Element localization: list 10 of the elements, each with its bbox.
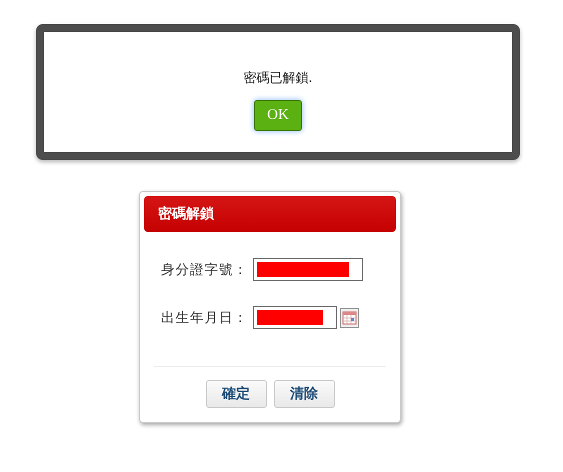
clear-button[interactable]: 清除 (274, 380, 334, 408)
redaction-mark (257, 310, 323, 325)
confirm-button[interactable]: 確定 (206, 380, 266, 408)
panel-title: 密碼解鎖 (144, 196, 396, 232)
field-label: 身分證字號： (161, 260, 249, 278)
field-label: 出生年月日： (161, 308, 249, 326)
input-field[interactable] (253, 258, 363, 281)
alert-message: 密碼已解鎖. (243, 70, 313, 87)
calendar-icon[interactable] (340, 308, 359, 328)
date-field[interactable] (253, 306, 337, 329)
